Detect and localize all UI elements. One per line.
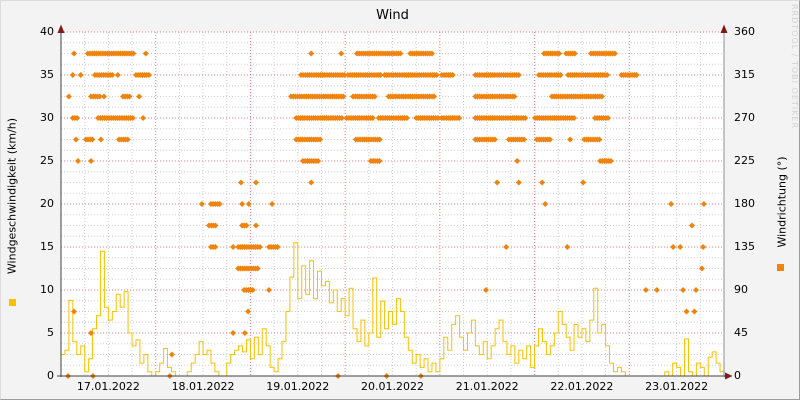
left-axis-tick: 5	[47, 326, 54, 339]
x-axis-arrow	[725, 372, 733, 380]
chart-title: Wind	[376, 8, 409, 23]
plot-area	[57, 24, 733, 380]
right-axis-tick: 315	[734, 68, 755, 81]
left-axis-tick: 40	[40, 25, 54, 38]
right-axis-tick: 180	[734, 197, 755, 210]
left-axis-tick: 30	[40, 111, 54, 124]
x-axis-date-label: 22.01.2022	[550, 380, 614, 393]
x-axis-date-label: 23.01.2022	[645, 380, 709, 393]
left-axis-tick: 35	[40, 68, 54, 81]
x-axis-date-label: 20.01.2022	[361, 380, 424, 393]
x-axis-date-label: 21.01.2022	[455, 380, 519, 393]
left-axis-tick: 10	[40, 283, 54, 296]
right-axis-tick: 45	[734, 326, 748, 339]
right-axis-tick: 225	[734, 154, 755, 167]
right-axis-tick: 360	[734, 25, 755, 38]
left-axis-tick: 15	[40, 240, 54, 253]
x-axis-date-label: 19.01.2022	[266, 380, 330, 393]
right-axis-tick: 270	[734, 111, 755, 124]
right-axis-tick: 90	[734, 283, 748, 296]
direction-legend-swatch	[777, 264, 784, 271]
right-axis-tick: 0	[734, 369, 741, 382]
left-axis-arrow	[57, 24, 65, 33]
left-axis-tick: 25	[40, 154, 54, 167]
x-axis-date-label: 18.01.2022	[171, 380, 235, 393]
right-axis-tick: 135	[734, 240, 755, 253]
left-axis-tick: 20	[40, 197, 54, 210]
speed-legend-swatch	[9, 299, 16, 306]
x-axis-date-label: 17.01.2022	[76, 380, 140, 393]
left-axis-tick: 0	[47, 369, 54, 382]
rrdtool-watermark: RRDTOOL / TOBI OETIKER	[790, 4, 799, 130]
right-axis-arrow	[720, 24, 728, 33]
wind-chart: Wind Windgeschwindigkeit (km/h) Windrich…	[0, 0, 800, 400]
